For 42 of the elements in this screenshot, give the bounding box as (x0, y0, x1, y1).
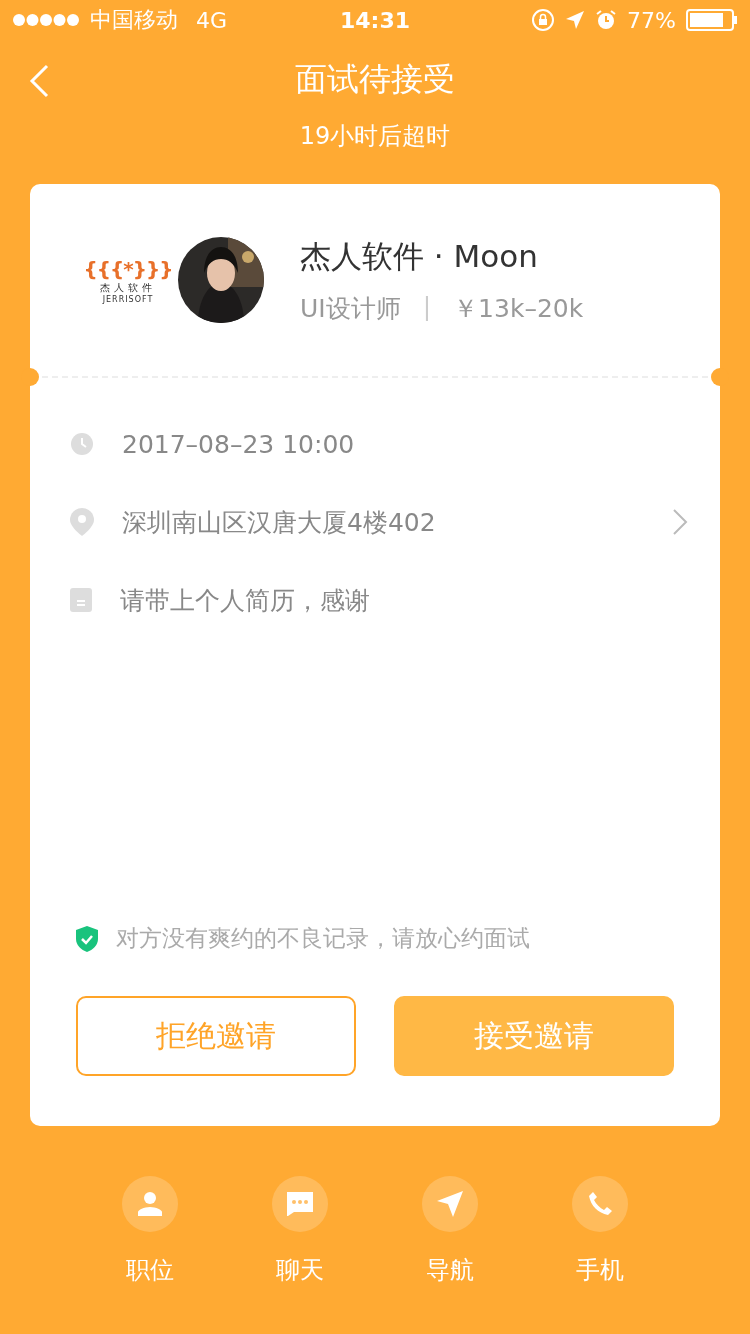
person-icon (136, 1190, 164, 1218)
alarm-clock-icon (595, 9, 618, 31)
document-icon (70, 588, 92, 612)
action-label: 职位 (126, 1255, 174, 1286)
action-label: 手机 (576, 1255, 624, 1286)
chevron-right-icon[interactable] (672, 508, 688, 536)
location-pin-icon (70, 508, 94, 536)
accept-button[interactable]: 接受邀请 (394, 996, 674, 1076)
shield-check-icon (76, 925, 98, 952)
navigate-button[interactable] (422, 1176, 478, 1232)
interview-time: 2017–08–23 10:00 (122, 429, 356, 459)
action-label: 聊天 (276, 1255, 324, 1286)
logo-english-name: JERRISOFT (102, 294, 154, 304)
back-icon[interactable] (28, 64, 50, 98)
separator: | (422, 291, 432, 323)
signal-icon (12, 13, 80, 27)
salary-range: ￥13k–20k (453, 292, 584, 325)
network-type: 4G (196, 7, 228, 33)
timeout-subtitle: 19小时后超时 (299, 122, 451, 150)
status-time: 14:31 (340, 7, 410, 33)
company-contact-name: 杰人软件 · Moon (300, 236, 539, 276)
reliability-notice: 对方没有爽约的不良记录，请放心约面试 (116, 924, 530, 953)
battery-icon (686, 9, 738, 31)
navigation-arrow-icon (436, 1190, 464, 1218)
page-title: 面试待接受 (295, 59, 455, 100)
carrier-name: 中国移动 (90, 6, 178, 34)
rotation-lock-icon (531, 8, 556, 32)
clock-icon (70, 432, 94, 456)
action-label: 导航 (426, 1255, 474, 1286)
person-button[interactable] (122, 1176, 178, 1232)
battery-percent: 77% (627, 7, 676, 33)
chat-bubble-icon (286, 1191, 314, 1217)
location-arrow-icon (565, 10, 586, 30)
interview-note: 请带上个人简历，感谢 (120, 584, 371, 617)
logo-name: 杰人软件 (100, 280, 156, 295)
logo-mark: {{{*}}} (83, 256, 173, 281)
phone-icon (587, 1191, 613, 1217)
chat-button[interactable] (272, 1176, 328, 1232)
job-position: UI设计师 (300, 292, 401, 325)
decline-button[interactable]: 拒绝邀请 (76, 996, 356, 1076)
phone-button[interactable] (572, 1176, 628, 1232)
interview-address[interactable]: 深圳南山区汉唐大厦4楼402 (122, 505, 644, 539)
